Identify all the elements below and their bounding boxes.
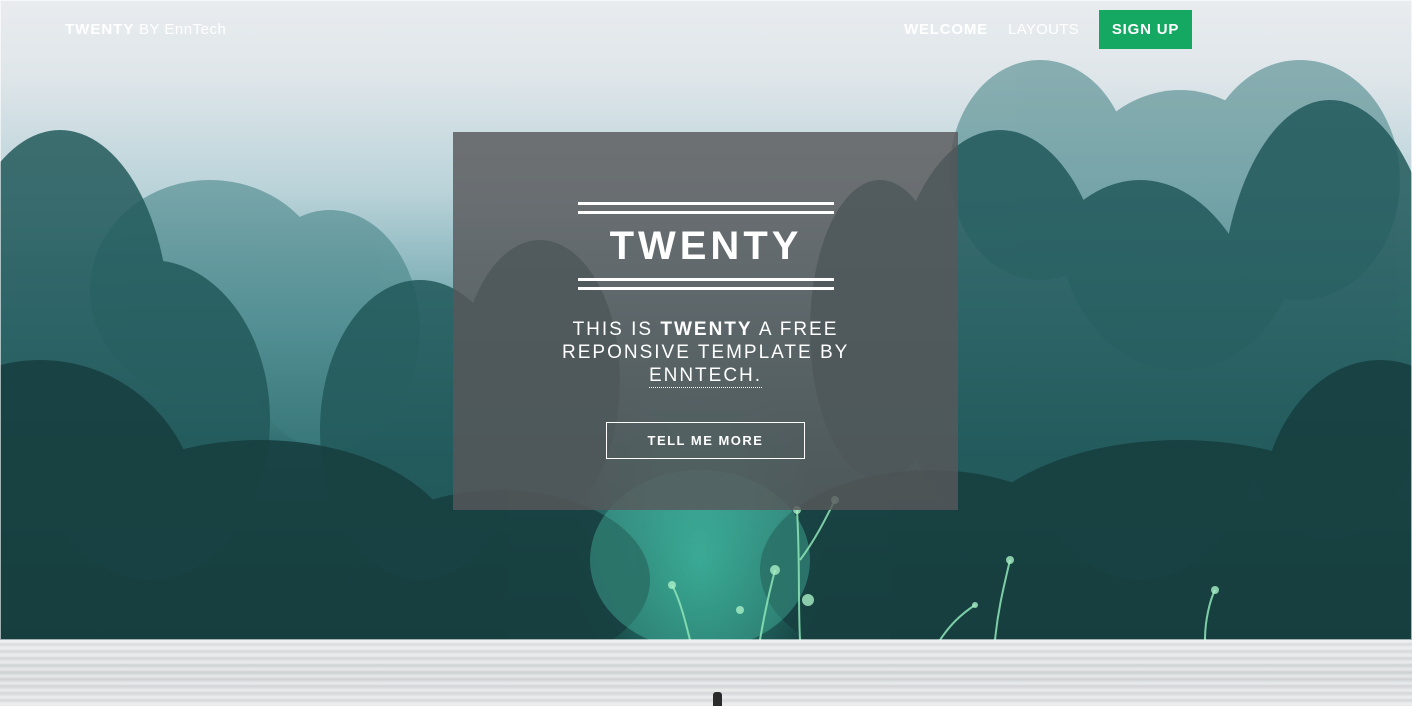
tell-me-more-button[interactable]: TELL ME MORE [606, 422, 805, 459]
hero-tagline: THIS IS TWENTY A FREE REPONSIVE TEMPLATE… [543, 318, 868, 388]
page: TWENTY BY EnnTech WELCOME LAYOUTS SIGN U… [0, 0, 1412, 706]
main-nav: WELCOME LAYOUTS SIGN UP [904, 10, 1192, 49]
enntech-link[interactable]: ENNTECH. [648, 365, 763, 388]
hero-title: TWENTY [609, 224, 803, 268]
hero-panel: TWENTY THIS IS TWENTY A FREE REPONSIVE T… [453, 132, 958, 510]
brand-name: TWENTY [65, 21, 135, 38]
title-block: TWENTY [578, 202, 834, 290]
tagline-bold: TWENTY [660, 319, 753, 340]
lower-section [0, 640, 1412, 706]
nav-welcome[interactable]: WELCOME [904, 21, 988, 38]
title-rule-bottom-1 [578, 278, 834, 281]
title-rule-bottom-2 [578, 287, 834, 290]
scroll-indicator[interactable] [713, 692, 722, 706]
brand-byline: BY EnnTech [139, 21, 227, 38]
sign-up-button[interactable]: SIGN UP [1099, 10, 1192, 49]
tagline-prefix: THIS IS [572, 319, 654, 340]
brand-logo[interactable]: TWENTY BY EnnTech [65, 21, 226, 38]
title-rule-top-1 [578, 202, 834, 205]
nav-layouts[interactable]: LAYOUTS [1008, 21, 1079, 38]
title-rule-top-2 [578, 211, 834, 214]
